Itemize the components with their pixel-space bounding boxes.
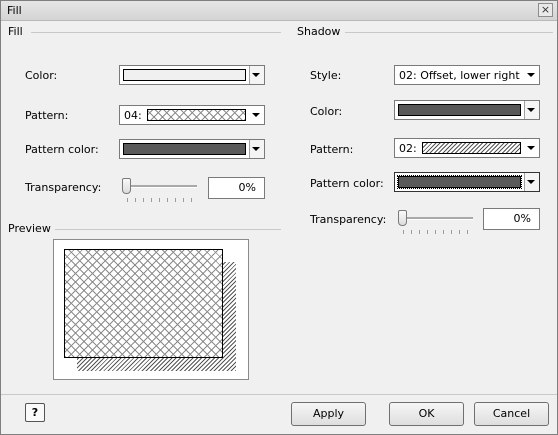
shadow-pattern-color-swatch — [397, 175, 522, 189]
chevron-down-icon — [252, 147, 260, 151]
shadow-color-swatch — [398, 104, 521, 116]
chevron-down-icon — [527, 180, 535, 184]
ok-button[interactable]: OK — [389, 402, 464, 426]
shadow-pattern-dropdown[interactable]: 02: — [394, 138, 540, 158]
shadow-pattern-color-label: Pattern color: — [310, 177, 384, 190]
help-icon[interactable]: ? — [25, 403, 45, 422]
shadow-pattern-color-dropdown-button[interactable] — [524, 173, 539, 191]
shadow-pattern-color-dropdown[interactable] — [394, 172, 540, 192]
shadow-color-dropdown[interactable] — [394, 100, 540, 120]
preview-group-label: Preview — [8, 222, 51, 235]
fill-color-dropdown[interactable] — [119, 65, 265, 85]
shadow-color-dropdown-button[interactable] — [524, 101, 539, 119]
chevron-down-icon — [527, 73, 535, 77]
fill-group-divider — [31, 32, 281, 33]
title-bar[interactable]: Fill × — [1, 1, 557, 21]
fill-color-dropdown-button[interactable] — [249, 66, 264, 84]
fill-transparency-label: Transparency: — [25, 181, 102, 194]
fill-pattern-color-dropdown[interactable] — [119, 139, 265, 159]
shadow-group-label: Shadow — [297, 25, 341, 38]
shadow-pattern-value: 02: — [399, 142, 417, 155]
fill-pattern-color-label: Pattern color: — [25, 143, 99, 156]
shadow-pattern-label: Pattern: — [310, 143, 354, 156]
fill-pattern-color-dropdown-button[interactable] — [249, 140, 264, 158]
shadow-pattern-swatch — [422, 142, 521, 154]
fill-transparency-ticks — [127, 198, 195, 202]
apply-button[interactable]: Apply — [291, 402, 366, 426]
fill-pattern-dropdown-button[interactable] — [249, 106, 264, 124]
fill-pattern-value: 04: — [124, 109, 142, 122]
shadow-style-label: Style: — [310, 69, 342, 82]
cancel-button[interactable]: Cancel — [474, 402, 549, 426]
shadow-style-dropdown[interactable]: 02: Offset, lower right — [394, 65, 540, 85]
shadow-transparency-label: Transparency: — [310, 213, 387, 226]
fill-pattern-color-swatch — [123, 143, 246, 155]
fill-pattern-label: Pattern: — [25, 109, 69, 122]
preview-pane — [53, 239, 249, 380]
shadow-style-value: 02: Offset, lower right — [399, 69, 520, 82]
fill-color-label: Color: — [25, 69, 58, 82]
fill-pattern-dropdown[interactable]: 04: — [119, 105, 265, 125]
shadow-pattern-dropdown-button[interactable] — [524, 139, 539, 157]
shadow-transparency-slider-thumb[interactable] — [398, 210, 407, 226]
fill-pattern-swatch — [147, 109, 246, 121]
shadow-transparency-ticks — [403, 230, 471, 234]
chevron-down-icon — [527, 146, 535, 150]
dialog-title: Fill — [7, 4, 22, 17]
shadow-group-divider — [345, 32, 553, 33]
shadow-style-dropdown-button[interactable] — [524, 66, 539, 84]
chevron-down-icon — [252, 73, 260, 77]
fill-group-label: Fill — [8, 25, 23, 38]
fill-transparency-track[interactable] — [125, 185, 197, 188]
shadow-color-label: Color: — [310, 105, 343, 118]
fill-transparency-slider-thumb[interactable] — [122, 178, 131, 194]
close-icon[interactable]: × — [538, 3, 553, 17]
fill-color-swatch — [123, 69, 246, 81]
shadow-transparency-input[interactable]: 0% — [483, 208, 540, 230]
chevron-down-icon — [252, 113, 260, 117]
preview-shape — [64, 249, 223, 358]
fill-dialog: Fill × Fill Color: Pattern: 04: Pattern … — [0, 0, 558, 435]
fill-transparency-input[interactable]: 0% — [208, 177, 265, 199]
preview-group-divider — [55, 229, 281, 230]
chevron-down-icon — [527, 108, 535, 112]
button-bar-divider — [1, 394, 557, 395]
shadow-transparency-track[interactable] — [401, 217, 473, 220]
